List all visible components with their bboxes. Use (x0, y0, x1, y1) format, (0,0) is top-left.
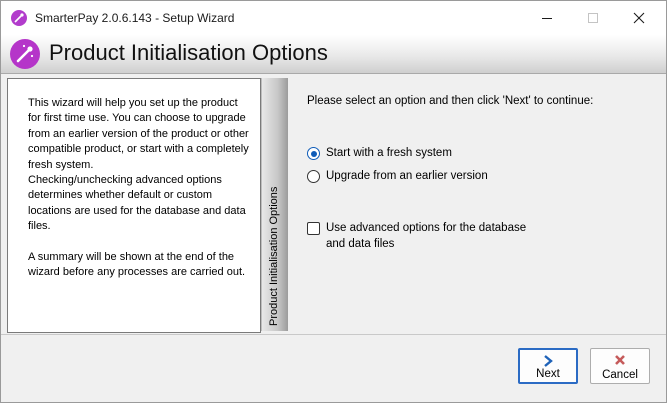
next-button[interactable]: Next (518, 348, 578, 384)
cancel-button[interactable]: Cancel (590, 348, 650, 384)
close-button[interactable] (617, 1, 663, 35)
close-icon (633, 12, 645, 24)
description-panel: This wizard will help you set up the pro… (7, 78, 261, 333)
magic-wand-icon (11, 10, 27, 26)
instruction-text: Please select an option and then click '… (307, 95, 594, 107)
maximize-button[interactable] (571, 1, 617, 35)
minimize-button[interactable] (525, 1, 571, 35)
magic-wand-icon (10, 39, 40, 69)
window-title: SmarterPay 2.0.6.143 - Setup Wizard (35, 11, 235, 25)
chevron-right-icon (544, 355, 553, 367)
wizard-header: Product Initialisation Options (1, 35, 666, 74)
footer-divider (1, 334, 666, 335)
cancel-button-label: Cancel (602, 369, 638, 381)
advanced-options-label[interactable]: Use advanced options for the database an… (326, 221, 586, 252)
page-title: Product Initialisation Options (49, 40, 328, 65)
fresh-system-label[interactable]: Start with a fresh system (326, 146, 452, 162)
upgrade-label[interactable]: Upgrade from an earlier version (326, 169, 488, 185)
next-button-label: Next (536, 368, 560, 380)
checkbox[interactable] (307, 222, 320, 235)
title-bar[interactable]: SmarterPay 2.0.6.143 - Setup Wizard (1, 1, 666, 35)
side-tab: Product Initialisation Options (261, 78, 288, 331)
setup-wizard-window: SmarterPay 2.0.6.143 - Setup Wizard Prod… (0, 0, 667, 403)
side-tab-label: Product Initialisation Options (268, 186, 280, 326)
description-text: This wizard will help you set up the pro… (28, 97, 249, 279)
close-icon (615, 355, 625, 365)
maximize-icon (588, 13, 598, 23)
minimize-icon (542, 18, 552, 19)
radio-button-selected[interactable] (307, 147, 320, 160)
radio-button[interactable] (307, 170, 320, 183)
